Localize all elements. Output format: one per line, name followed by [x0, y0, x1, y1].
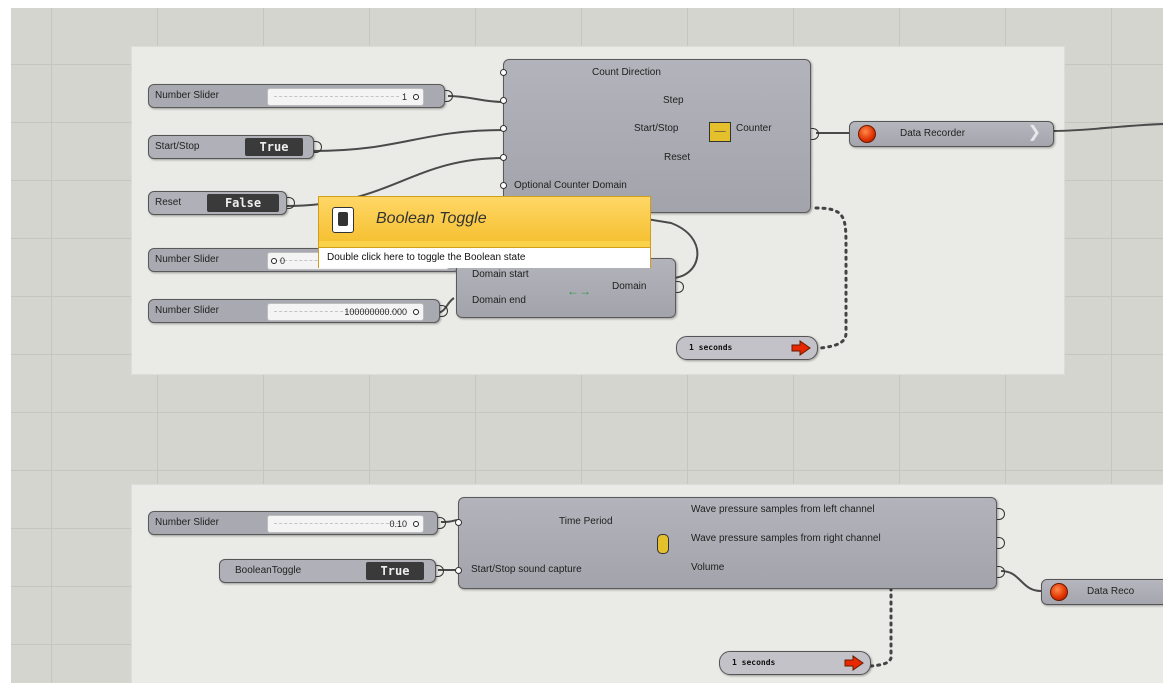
boolean-toggle-tooltip: Boolean Toggle Double click here to togg… [318, 196, 651, 268]
grasshopper-canvas[interactable]: Number Slider 1 Start/Stop True Reset Fa… [11, 8, 1163, 683]
recorder-label: Data Recorder [900, 128, 966, 139]
input-port-icon[interactable] [455, 567, 462, 574]
input-start-stop-capture[interactable]: Start/Stop sound capture [471, 564, 582, 575]
recorder-label: Data Reco [1087, 586, 1135, 597]
timer-arrow-icon [844, 655, 864, 671]
sound-capture-component[interactable]: Time Period Start/Stop sound capture Wav… [455, 497, 1005, 589]
toggle-label: BooleanToggle [235, 565, 302, 576]
wire-recorder-out [1050, 123, 1163, 132]
timer-wire-1 [814, 206, 848, 350]
timer-interval: 1 seconds [732, 658, 776, 667]
slider-knob[interactable] [271, 258, 277, 264]
output-counter[interactable]: Counter [736, 123, 772, 134]
slider-track[interactable]: 0.10 [267, 515, 424, 533]
wire-slider-to-step [447, 95, 505, 103]
number-slider-step[interactable]: Number Slider 1 [148, 84, 453, 108]
input-port-icon[interactable] [500, 154, 507, 161]
toggle-state[interactable]: True [366, 562, 424, 580]
output-domain[interactable]: Domain [612, 281, 646, 292]
toggle-state[interactable]: True [245, 138, 303, 156]
input-port-icon[interactable] [500, 69, 507, 76]
input-start-stop[interactable]: Start/Stop [634, 123, 678, 134]
input-port-icon[interactable] [500, 182, 507, 189]
output-volume[interactable]: Volume [691, 562, 724, 573]
tooltip-description: Double click here to toggle the Boolean … [319, 247, 650, 268]
data-recorder-2[interactable]: Data Reco [1041, 579, 1163, 605]
slider-value: 100000000.000 [344, 307, 407, 317]
slider-label: Number Slider [155, 90, 219, 101]
input-step[interactable]: Step [663, 95, 684, 106]
slider-label: Number Slider [155, 305, 219, 316]
slider-knob[interactable] [413, 94, 419, 100]
input-count-direction[interactable]: Count Direction [592, 67, 661, 78]
input-port-icon[interactable] [500, 97, 507, 104]
record-icon [858, 125, 876, 143]
number-slider-domain-end[interactable]: Number Slider 100000000.000 [148, 299, 448, 323]
counter-component[interactable]: Count Direction Step Start/Stop Reset Op… [500, 59, 819, 213]
input-domain-end[interactable]: Domain end [472, 295, 526, 306]
boolean-toggle-icon [332, 207, 354, 233]
number-slider-time-period[interactable]: Number Slider 0.10 [148, 511, 446, 535]
record-icon [1050, 583, 1068, 601]
boolean-toggle-start[interactable]: Start/Stop True [148, 135, 322, 159]
input-optional-domain[interactable]: Optional Counter Domain [514, 180, 627, 191]
boolean-toggle-reset[interactable]: Reset False [148, 191, 295, 215]
chevron-icon: ❯ [1027, 124, 1041, 141]
slider-knob[interactable] [413, 309, 419, 315]
timer-arrow-icon [791, 340, 811, 356]
microphone-icon [657, 534, 669, 554]
wire-start-to-counter [312, 129, 505, 152]
slider-label: Number Slider [155, 517, 219, 528]
toggle-label: Start/Stop [155, 141, 200, 152]
toggle-label: Reset [155, 197, 182, 208]
slider-label: Number Slider [155, 254, 219, 265]
slider-value: 0.10 [389, 519, 407, 529]
slider-track[interactable]: 1 [267, 88, 424, 106]
tooltip-title: Boolean Toggle [376, 210, 487, 227]
toggle-state[interactable]: False [207, 194, 279, 212]
timer[interactable]: 1 seconds [676, 336, 818, 360]
input-port-icon[interactable] [500, 125, 507, 132]
counter-icon: ── [709, 122, 731, 142]
timer-interval: 1 seconds [689, 343, 733, 352]
boolean-toggle-capture[interactable]: BooleanToggle True [219, 559, 444, 583]
domain-icon: ←→ [567, 284, 591, 298]
timer-wire-2 [869, 586, 893, 668]
tooltip-header: Boolean Toggle [319, 197, 650, 241]
slider-track[interactable]: 100000000.000 [267, 303, 424, 321]
slider-value: 1 [401, 92, 407, 102]
input-port-icon[interactable] [455, 519, 462, 526]
output-right-channel[interactable]: Wave pressure samples from right channel [691, 533, 881, 544]
wire-volume-to-recorder [1000, 570, 1042, 592]
data-recorder[interactable]: Data Recorder ❯ [849, 121, 1054, 147]
input-time-period[interactable]: Time Period [559, 516, 613, 527]
slider-knob[interactable] [413, 521, 419, 527]
timer-2[interactable]: 1 seconds [719, 651, 871, 675]
input-domain-start[interactable]: Domain start [472, 269, 529, 280]
slider-value: 0 [280, 256, 286, 266]
output-left-channel[interactable]: Wave pressure samples from left channel [691, 504, 875, 515]
input-reset[interactable]: Reset [664, 152, 690, 163]
